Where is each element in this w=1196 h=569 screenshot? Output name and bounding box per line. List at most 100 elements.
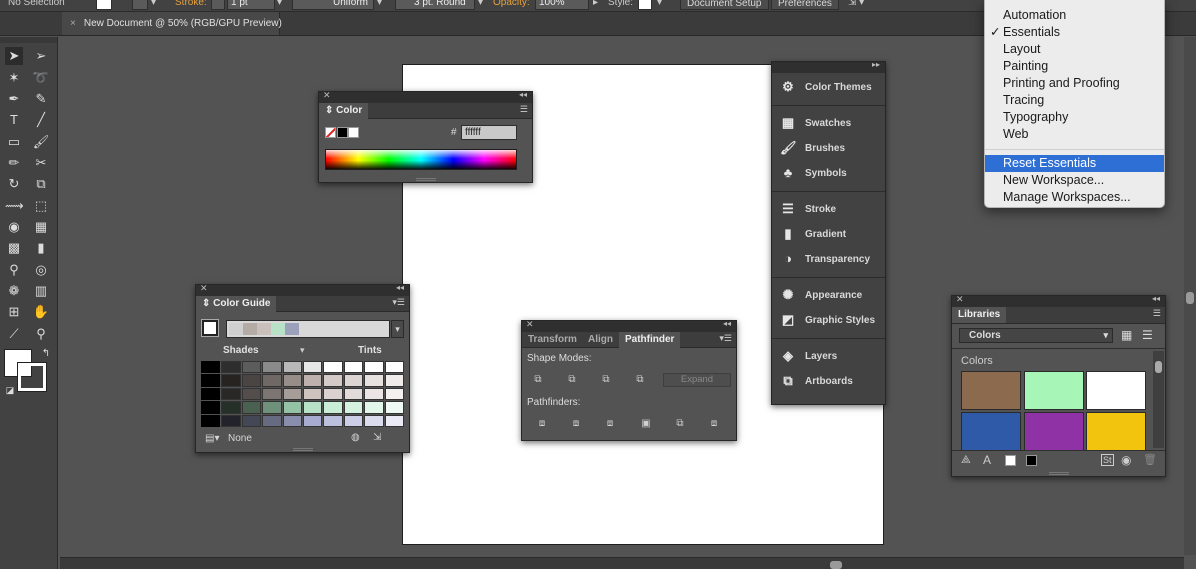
column-graph-tool-icon[interactable]: ▥ (32, 282, 50, 300)
trim-icon[interactable]: ⧈ (569, 417, 583, 431)
color-variation-swatch[interactable] (262, 374, 282, 387)
color-variation-swatch[interactable] (343, 401, 364, 414)
line-segment-tool-icon[interactable]: ╱ (32, 111, 50, 129)
grid-view-icon[interactable]: ▦ (1121, 328, 1132, 342)
scale-tool-icon[interactable]: ⧉ (32, 175, 50, 193)
shape-builder-tool-icon[interactable]: ◉ (5, 218, 23, 236)
close-icon[interactable]: ✕ (526, 319, 534, 330)
chevron-down-icon[interactable]: ▾ (377, 0, 382, 8)
expand-panels-icon[interactable]: ▸▸ (872, 60, 880, 69)
color-variation-swatch[interactable] (262, 387, 282, 401)
color-variation-swatch[interactable] (343, 387, 364, 401)
panel-menu-icon[interactable]: ▾☰ (392, 297, 405, 308)
color-variation-swatch[interactable] (364, 374, 384, 387)
dock-item-appearance[interactable]: ✺ Appearance (772, 283, 885, 308)
harmony-color-swatch[interactable] (285, 323, 299, 335)
color-variation-swatch[interactable] (282, 361, 302, 374)
dock-item-symbols[interactable]: ♣ Symbols (772, 161, 885, 186)
color-variation-swatch[interactable] (241, 414, 262, 427)
vertical-scrollbar[interactable] (1184, 37, 1196, 555)
color-variation-swatch[interactable] (201, 361, 221, 374)
opacity-field[interactable]: 100% (535, 0, 589, 10)
paintbrush-tool-icon[interactable]: 🖌 (32, 133, 50, 151)
color-variation-swatch[interactable] (262, 361, 282, 374)
divide-icon[interactable]: ⧈ (535, 417, 549, 431)
dock-item-layers[interactable]: ◈ Layers (772, 344, 885, 369)
color-spectrum[interactable] (325, 149, 517, 170)
add-character-style-icon[interactable]: A (983, 453, 991, 467)
preferences-button[interactable]: Preferences (771, 0, 839, 10)
chevron-down-icon[interactable]: ▾ (151, 0, 156, 8)
blend-tool-icon[interactable]: ◎ (32, 261, 50, 279)
color-variation-swatch[interactable] (364, 361, 384, 374)
selection-tool-icon[interactable]: ➤ (5, 47, 23, 65)
brush-definition[interactable]: 3 pt. Round (395, 0, 475, 10)
workspace-item-tracing[interactable]: Tracing (985, 92, 1164, 109)
minus-back-icon[interactable]: ⧈ (707, 417, 721, 431)
color-variation-swatch[interactable] (262, 414, 282, 427)
dock-item-swatches[interactable]: ▦ Swatches (772, 111, 885, 136)
panel-menu-icon[interactable]: ☰ (520, 104, 528, 115)
scrollbar[interactable] (1153, 351, 1164, 448)
resize-grip[interactable] (292, 448, 313, 451)
library-color-swatch[interactable] (1086, 371, 1146, 410)
color-variation-swatch[interactable] (343, 361, 364, 374)
library-color-swatch[interactable] (1023, 412, 1084, 451)
save-to-swatches-icon[interactable]: ⇲ (373, 432, 381, 443)
chevron-down-icon[interactable]: ▾ (277, 0, 282, 8)
library-color-swatch[interactable] (1023, 371, 1084, 410)
edit-colors-icon[interactable]: ◍ (351, 432, 360, 443)
tools-panel-header[interactable] (0, 37, 57, 43)
artboard-tool-icon[interactable]: ⊞ (5, 303, 23, 321)
hex-input[interactable]: ffffff (461, 125, 517, 140)
base-color-swatch[interactable] (201, 319, 219, 337)
stroke-weight-field[interactable]: 1 pt (227, 0, 275, 10)
color-variation-swatch[interactable] (323, 401, 343, 414)
workspace-item-printing-and-proofing[interactable]: Printing and Proofing (985, 75, 1164, 92)
color-variation-swatch[interactable] (364, 401, 384, 414)
tab-color-guide[interactable]: ⇕ Color Guide (196, 296, 277, 312)
collapse-icon[interactable]: ◂◂ (723, 319, 731, 328)
sync-status-icon[interactable]: ◉ (1121, 453, 1131, 467)
workspace-item-essentials[interactable]: ✓ Essentials (985, 24, 1164, 41)
close-icon[interactable]: ✕ (323, 90, 331, 101)
panel-menu-icon[interactable]: ☰ (1153, 308, 1161, 319)
tab-document[interactable]: × New Document @ 50% (RGB/GPU Preview) (62, 12, 282, 35)
color-variation-swatch[interactable] (262, 401, 282, 414)
color-variation-swatch[interactable] (323, 374, 343, 387)
stroke-swatch[interactable] (132, 0, 148, 10)
collapse-icon[interactable]: ◂◂ (396, 283, 404, 292)
resize-grip[interactable] (1048, 472, 1069, 475)
dock-item-brushes[interactable]: 🖌 Brushes (772, 136, 885, 161)
color-variation-swatch[interactable] (384, 387, 404, 401)
chevron-down-icon[interactable]: ▾ (478, 0, 483, 8)
color-variation-swatch[interactable] (282, 414, 302, 427)
opacity-label[interactable]: Opacity: (493, 0, 530, 8)
add-stroke-color-icon[interactable] (1026, 455, 1037, 466)
width-tool-icon[interactable]: ⟿ (5, 197, 24, 215)
close-icon[interactable]: ✕ (200, 283, 208, 294)
color-variation-swatch[interactable] (201, 387, 221, 401)
type-tool-icon[interactable]: T (5, 111, 23, 129)
white-color-swatch[interactable] (348, 127, 359, 138)
color-variation-swatch[interactable] (221, 361, 241, 374)
tab-color[interactable]: ⇕ Color (319, 103, 369, 119)
color-variation-swatch[interactable] (241, 374, 262, 387)
library-select[interactable]: Colors ▾ (959, 328, 1113, 343)
color-variation-swatch[interactable] (303, 414, 323, 427)
color-variation-swatch[interactable] (241, 361, 262, 374)
chevron-down-icon[interactable]: ▾ (657, 0, 662, 8)
magic-wand-tool-icon[interactable]: ✶ (5, 69, 23, 87)
dock-item-artboards[interactable]: ⧉ Artboards (772, 369, 885, 394)
color-variation-swatch[interactable] (241, 387, 262, 401)
harmony-color-swatch[interactable] (229, 323, 243, 335)
collapse-icon[interactable]: ◂◂ (519, 90, 527, 99)
color-variation-swatch[interactable] (221, 374, 241, 387)
rotate-tool-icon[interactable]: ↻ (5, 175, 23, 193)
pen-tool-icon[interactable]: ✒ (5, 90, 23, 108)
color-variation-swatch[interactable] (364, 387, 384, 401)
exclude-icon[interactable]: ⧉ (633, 373, 647, 387)
color-variation-swatch[interactable] (303, 387, 323, 401)
stroke-label[interactable]: Stroke: (175, 0, 207, 8)
panel-menu-icon[interactable]: ▾☰ (719, 333, 732, 344)
